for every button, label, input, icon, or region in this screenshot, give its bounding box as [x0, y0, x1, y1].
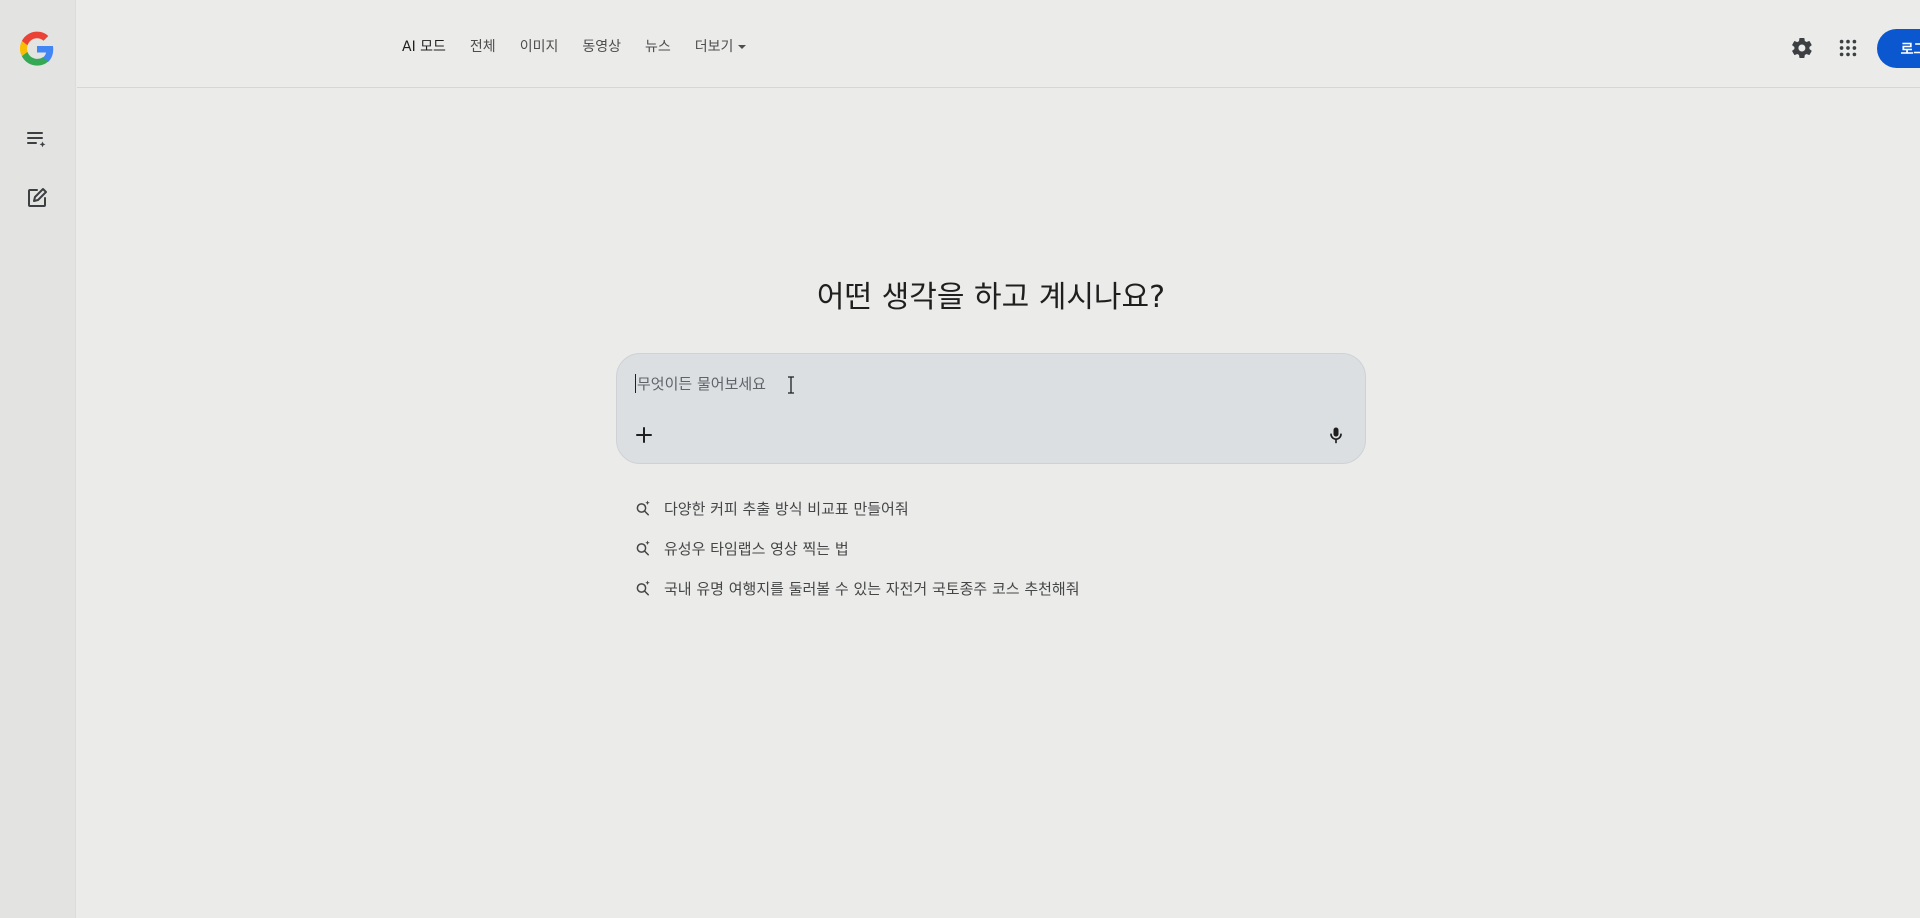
tab-videos[interactable]: 동영상 [582, 36, 621, 56]
mic-icon [1330, 427, 1342, 444]
plus-icon [636, 427, 652, 443]
settings-button[interactable] [1784, 30, 1820, 66]
text-cursor-icon [788, 376, 794, 394]
sparkle-search-icon [636, 500, 650, 516]
tab-more[interactable]: 더보기 [695, 36, 747, 56]
text-caret [635, 374, 636, 393]
search-input[interactable] [635, 372, 1335, 396]
sparkle-search-icon [636, 580, 650, 596]
chevron-down-icon [738, 45, 747, 49]
add-attachment-button[interactable] [629, 420, 659, 450]
new-chat-button[interactable] [18, 179, 56, 217]
top-bar: AI 모드 전체 이미지 동영상 뉴스 더보기 로그인 [77, 0, 1920, 88]
tab-ai-mode[interactable]: AI 모드 [402, 36, 446, 56]
history-button[interactable] [18, 120, 56, 158]
suggestion-item[interactable]: 유성우 타임랩스 영상 찍는 법 [634, 528, 1354, 568]
tab-all[interactable]: 전체 [470, 36, 496, 56]
google-g-logo-icon [19, 31, 54, 66]
suggestion-text: 유성우 타임랩스 영상 찍는 법 [664, 539, 849, 558]
tab-more-label: 더보기 [694, 39, 734, 55]
login-button[interactable]: 로그인 [1877, 29, 1920, 68]
search-box[interactable] [616, 353, 1366, 464]
page-heading: 어떤 생각을 하고 계시나요? [816, 280, 1166, 315]
google-logo[interactable] [18, 30, 56, 68]
suggestion-item[interactable]: 다양한 커피 추출 방식 비교표 만들어줘 [634, 488, 1354, 528]
voice-search-button[interactable] [1321, 420, 1351, 450]
apps-button[interactable] [1830, 30, 1866, 66]
tab-images[interactable]: 이미지 [520, 36, 559, 56]
apps-grid-icon [1839, 39, 1857, 57]
tab-news[interactable]: 뉴스 [645, 36, 671, 56]
gear-icon [1792, 37, 1812, 59]
suggestion-item[interactable]: 국내 유명 여행지를 둘러볼 수 있는 자전거 국토종주 코스 추천해줘 [634, 568, 1354, 608]
suggestion-text: 다양한 커피 추출 방식 비교표 만들어줘 [664, 499, 909, 518]
sparkle-search-icon [636, 540, 650, 556]
sidebar [0, 0, 76, 918]
search-type-tabs: AI 모드 전체 이미지 동영상 뉴스 더보기 [402, 36, 747, 56]
suggestion-list: 다양한 커피 추출 방식 비교표 만들어줘 유성우 타임랩스 영상 찍는 법 국… [634, 488, 1354, 608]
history-list-icon [27, 132, 46, 148]
suggestion-text: 국내 유명 여행지를 둘러볼 수 있는 자전거 국토종주 코스 추천해줘 [664, 579, 1080, 598]
edit-icon [28, 188, 47, 207]
